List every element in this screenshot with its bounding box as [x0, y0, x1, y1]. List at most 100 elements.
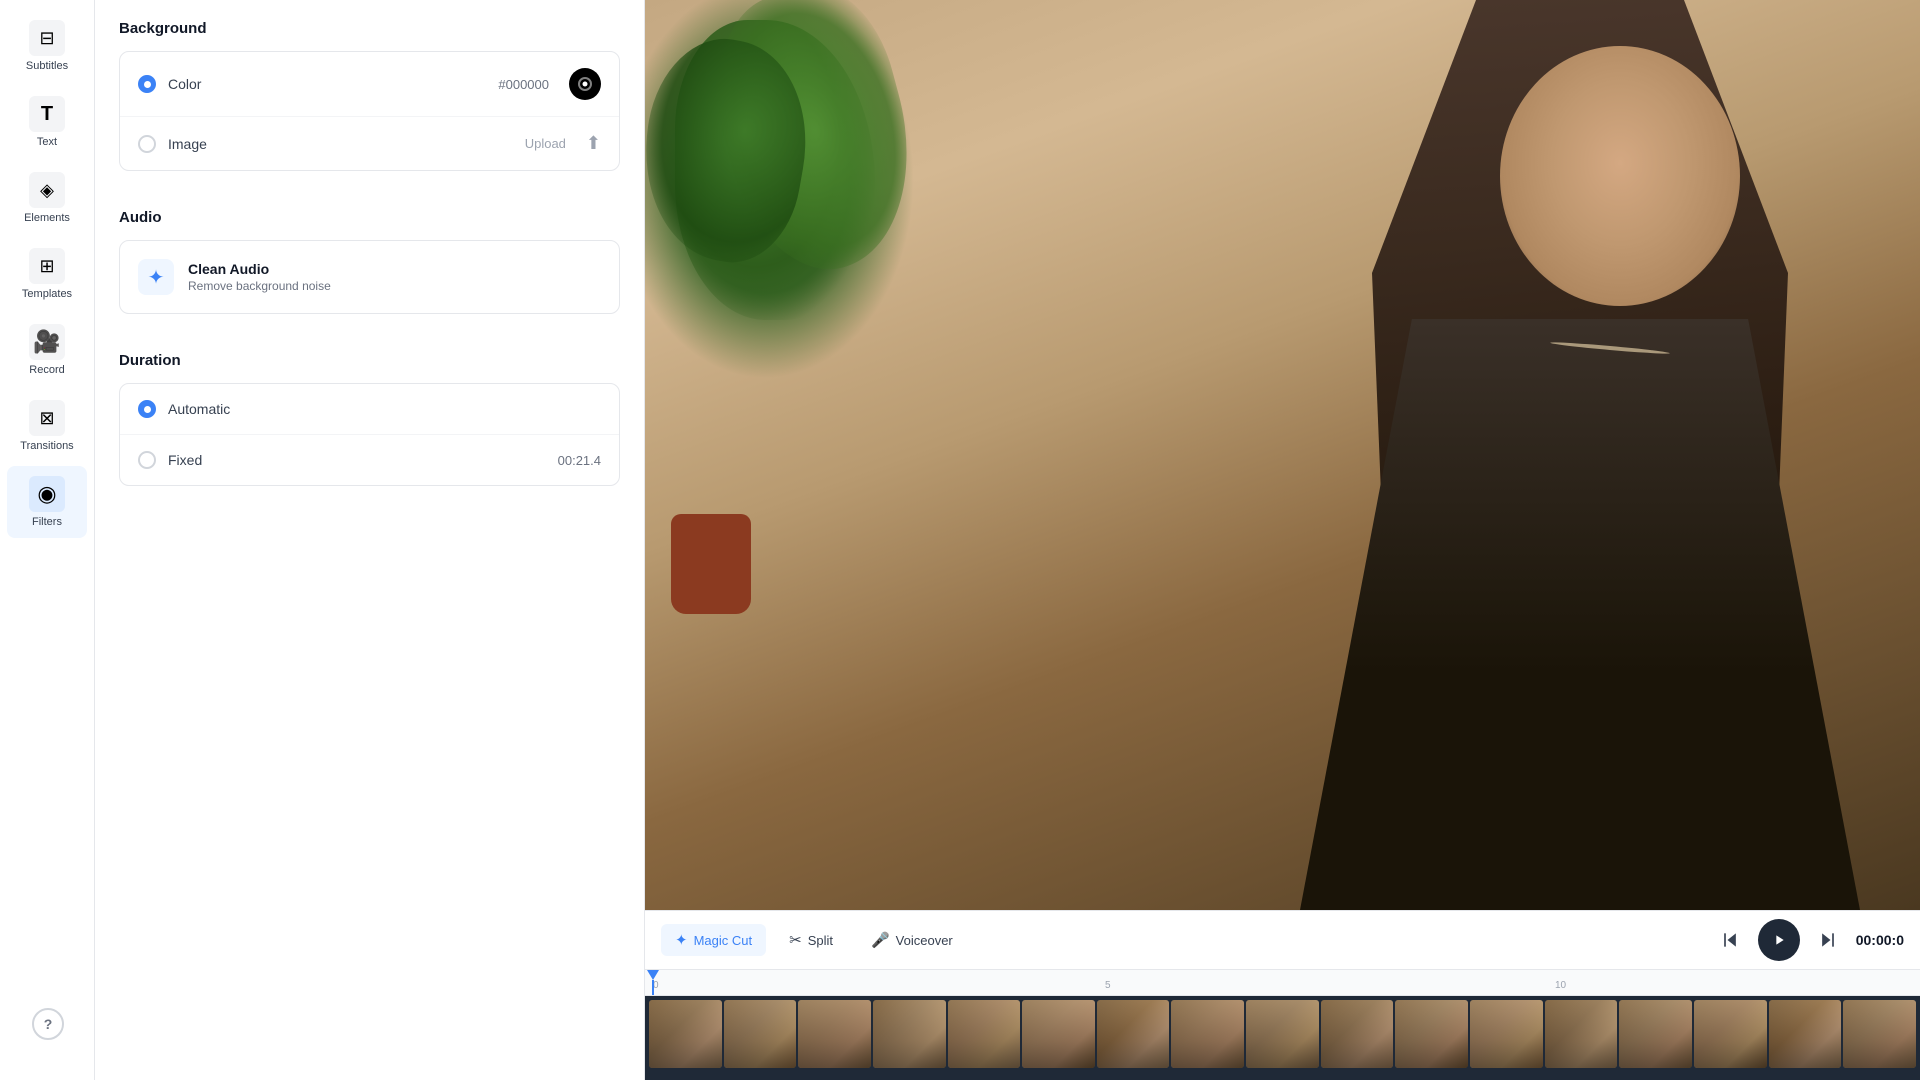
playhead-line: [652, 980, 654, 995]
film-frame: [798, 1000, 871, 1068]
film-frame: [1619, 1000, 1692, 1068]
background-section: Background Color #000000 Image: [95, 0, 644, 189]
elements-icon: ◈: [29, 172, 65, 208]
film-frame: [1022, 1000, 1095, 1068]
sidebar-item-templates[interactable]: ⊞ Templates: [7, 238, 87, 310]
forward-button[interactable]: [1812, 924, 1844, 956]
film-frame: [649, 1000, 722, 1068]
sidebar-item-filters[interactable]: ◉ Filters: [7, 466, 87, 538]
play-button[interactable]: [1758, 919, 1800, 961]
upload-label[interactable]: Upload: [525, 136, 566, 151]
voiceover-button[interactable]: 🎤 Voiceover: [856, 923, 968, 957]
magic-cut-label: Magic Cut: [694, 933, 753, 948]
duration-section: Duration Automatic Fixed 00:21.4: [95, 332, 644, 496]
upload-icon[interactable]: ⬆: [586, 133, 601, 154]
film-frame: [1470, 1000, 1543, 1068]
templates-icon: ⊞: [29, 248, 65, 284]
background-section-title: Background: [119, 20, 620, 37]
sparkle-icon: ✦: [138, 259, 174, 295]
rewind-button[interactable]: [1714, 924, 1746, 956]
color-option-label: Color: [168, 76, 486, 92]
playhead-arrow: [647, 970, 659, 980]
plant-pot: [671, 514, 751, 614]
image-radio[interactable]: [138, 135, 156, 153]
magic-cut-button[interactable]: ✦ Magic Cut: [661, 924, 766, 956]
forward-icon: [1818, 930, 1838, 950]
timecode-display: 00:00:0: [1856, 932, 1904, 948]
microphone-icon: 🎤: [871, 931, 890, 949]
fixed-duration-option[interactable]: Fixed 00:21.4: [120, 435, 619, 485]
sidebar-item-label: Record: [29, 364, 64, 376]
film-frame: [1769, 1000, 1842, 1068]
video-frame: [645, 0, 1920, 910]
sidebar-item-transitions[interactable]: ⊠ Transitions: [7, 390, 87, 462]
color-picker-icon: [577, 76, 593, 92]
play-icon: [1771, 932, 1787, 948]
main-area: ✦ Magic Cut ✂ Split 🎤 Voiceover: [645, 0, 1920, 1080]
duration-options-card: Automatic Fixed 00:21.4: [119, 383, 620, 486]
filters-icon: ◉: [29, 476, 65, 512]
automatic-label: Automatic: [168, 401, 601, 417]
voiceover-label: Voiceover: [896, 933, 953, 948]
audio-section: Audio ✦ Clean Audio Remove background no…: [95, 189, 644, 332]
transitions-icon: ⊠: [29, 400, 65, 436]
ruler-mark-10: 10: [1555, 980, 1566, 991]
background-options-card: Color #000000 Image Upload ⬆: [119, 51, 620, 171]
timeline-controls: ✦ Magic Cut ✂ Split 🎤 Voiceover: [645, 911, 1920, 970]
ruler-mark-5: 5: [1105, 980, 1111, 991]
sidebar-item-label: Templates: [22, 288, 72, 300]
automatic-radio[interactable]: [138, 400, 156, 418]
color-radio[interactable]: [138, 75, 156, 93]
film-frame: [1321, 1000, 1394, 1068]
clean-audio-title: Clean Audio: [188, 261, 331, 277]
record-icon: 🎥: [29, 324, 65, 360]
film-frame: [1246, 1000, 1319, 1068]
fixed-radio[interactable]: [138, 451, 156, 469]
automatic-duration-option[interactable]: Automatic: [120, 384, 619, 435]
split-label: Split: [808, 933, 833, 948]
clean-audio-text: Clean Audio Remove background noise: [188, 261, 331, 293]
film-frame: [1097, 1000, 1170, 1068]
sidebar-item-label: Filters: [32, 516, 62, 528]
background-image-option[interactable]: Image Upload ⬆: [120, 117, 619, 170]
clean-audio-card[interactable]: ✦ Clean Audio Remove background noise: [119, 240, 620, 314]
rewind-icon: [1720, 930, 1740, 950]
color-hex-value: #000000: [498, 77, 549, 92]
settings-panel: Background Color #000000 Image: [95, 0, 645, 1080]
background-color-option[interactable]: Color #000000: [120, 52, 619, 117]
sidebar-item-text[interactable]: T Text: [7, 86, 87, 158]
help-button[interactable]: ?: [32, 1008, 64, 1040]
sidebar-item-label: Elements: [24, 212, 70, 224]
sidebar-item-label: Text: [37, 136, 57, 148]
fixed-label: Fixed: [168, 452, 546, 468]
color-swatch[interactable]: [569, 68, 601, 100]
playback-controls: 00:00:0: [1714, 919, 1904, 961]
sidebar-item-subtitles[interactable]: ⊟ Subtitles: [7, 10, 87, 82]
timeline-ruler: 0 5 10: [645, 970, 1920, 996]
clean-audio-subtitle: Remove background noise: [188, 279, 331, 293]
magic-cut-icon: ✦: [675, 931, 688, 949]
film-frame: [873, 1000, 946, 1068]
split-icon: ✂: [789, 931, 802, 949]
timeline-area: ✦ Magic Cut ✂ Split 🎤 Voiceover: [645, 910, 1920, 1080]
video-preview: [645, 0, 1920, 910]
film-frame: [1171, 1000, 1244, 1068]
sidebar-item-elements[interactable]: ◈ Elements: [7, 162, 87, 234]
filmstrip: [645, 996, 1920, 1080]
plant-area: [645, 0, 1155, 683]
film-frame: [1694, 1000, 1767, 1068]
subtitles-icon: ⊟: [29, 20, 65, 56]
text-icon: T: [29, 96, 65, 132]
film-frame: [1545, 1000, 1618, 1068]
duration-section-title: Duration: [119, 352, 620, 369]
sidebar-item-label: Subtitles: [26, 60, 68, 72]
fixed-time-value: 00:21.4: [558, 453, 601, 468]
film-frame: [1395, 1000, 1468, 1068]
film-frame: [724, 1000, 797, 1068]
audio-section-title: Audio: [119, 209, 620, 226]
film-frame: [1843, 1000, 1916, 1068]
split-button[interactable]: ✂ Split: [774, 923, 848, 957]
image-option-label: Image: [168, 136, 513, 152]
sidebar: ⊟ Subtitles T Text ◈ Elements ⊞ Template…: [0, 0, 95, 1080]
sidebar-item-record[interactable]: 🎥 Record: [7, 314, 87, 386]
